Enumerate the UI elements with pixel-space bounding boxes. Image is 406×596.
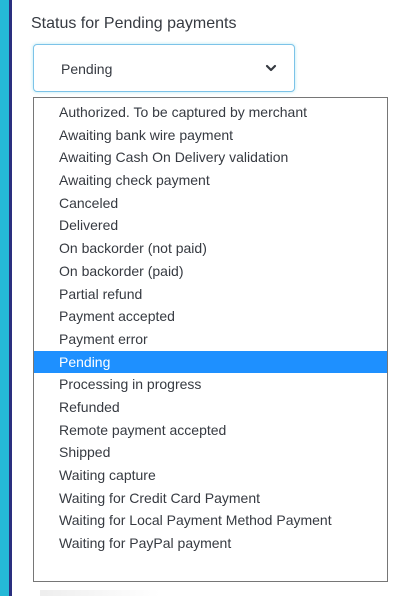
dropdown-option[interactable]: Refunded <box>34 396 387 419</box>
left-accent-bar-inner <box>9 0 12 596</box>
dropdown-option[interactable]: Shipped <box>34 441 387 464</box>
bottom-fade <box>40 590 160 596</box>
dropdown-option[interactable]: Payment error <box>34 328 387 351</box>
dropdown-option[interactable]: Awaiting Cash On Delivery validation <box>34 146 387 169</box>
dropdown-options-list[interactable]: Authorized. To be captured by merchant Aw… <box>33 97 388 582</box>
left-accent-bar <box>0 0 9 596</box>
field-label: Status for Pending payments <box>31 15 237 32</box>
dropdown-option[interactable]: Delivered <box>34 214 387 237</box>
dropdown-option[interactable]: Waiting for Credit Card Payment <box>34 487 387 510</box>
dropdown-option[interactable]: On backorder (not paid) <box>34 237 387 260</box>
dropdown-option[interactable]: On backorder (paid) <box>34 260 387 283</box>
dropdown-option[interactable]: Awaiting bank wire payment <box>34 124 387 147</box>
dropdown-option[interactable]: Pending <box>34 350 387 374</box>
dropdown-option[interactable]: Partial refund <box>34 283 387 306</box>
dropdown-option[interactable]: Waiting for PayPal payment <box>34 532 387 555</box>
dropdown-option[interactable]: Canceled <box>34 192 387 215</box>
dropdown-option[interactable]: Processing in progress <box>34 373 387 396</box>
dropdown-option[interactable]: Waiting capture <box>34 464 387 487</box>
select-value: Pending <box>61 61 113 77</box>
chevron-down-icon <box>265 64 277 72</box>
dropdown-option[interactable]: Remote payment accepted <box>34 419 387 442</box>
dropdown-option[interactable]: Authorized. To be captured by merchant <box>34 101 387 124</box>
dropdown-option[interactable]: Waiting for Local Payment Method Payment <box>34 509 387 532</box>
status-select[interactable]: Pending <box>33 44 295 92</box>
dropdown-option[interactable]: Awaiting check payment <box>34 169 387 192</box>
dropdown-option[interactable]: Payment accepted <box>34 305 387 328</box>
